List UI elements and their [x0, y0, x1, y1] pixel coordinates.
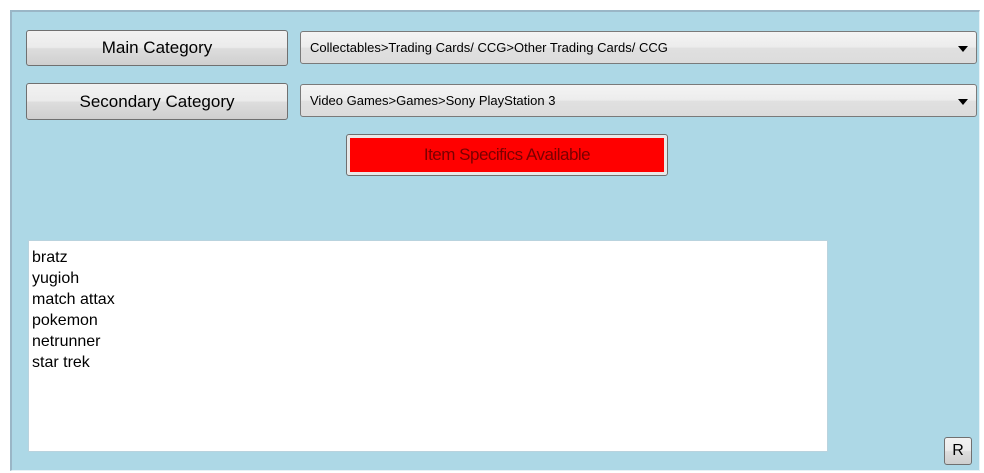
- list-item[interactable]: match attax: [32, 289, 827, 310]
- chevron-down-icon[interactable]: [950, 85, 976, 116]
- reset-button[interactable]: R: [944, 437, 972, 465]
- chevron-down-icon[interactable]: [950, 32, 976, 63]
- main-category-button[interactable]: Main Category: [26, 30, 288, 66]
- main-category-dropdown[interactable]: Collectables>Trading Cards/ CCG>Other Tr…: [300, 31, 977, 64]
- item-specifics-indicator[interactable]: Item Specifics Available: [346, 134, 668, 176]
- list-item[interactable]: yugioh: [32, 268, 827, 289]
- list-item[interactable]: star trek: [32, 352, 827, 373]
- item-specifics-label: Item Specifics Available: [350, 138, 664, 172]
- list-item[interactable]: pokemon: [32, 310, 827, 331]
- window: Main Category Collectables>Trading Cards…: [0, 0, 984, 473]
- list-item[interactable]: bratz: [32, 247, 827, 268]
- main-category-selected-value: Collectables>Trading Cards/ CCG>Other Tr…: [310, 40, 668, 55]
- list-item[interactable]: netrunner: [32, 331, 827, 352]
- secondary-category-dropdown[interactable]: Video Games>Games>Sony PlayStation 3: [300, 84, 977, 117]
- secondary-category-button[interactable]: Secondary Category: [26, 83, 288, 120]
- keywords-listbox[interactable]: bratz yugioh match attax pokemon netrunn…: [28, 240, 828, 452]
- secondary-category-selected-value: Video Games>Games>Sony PlayStation 3: [310, 93, 556, 108]
